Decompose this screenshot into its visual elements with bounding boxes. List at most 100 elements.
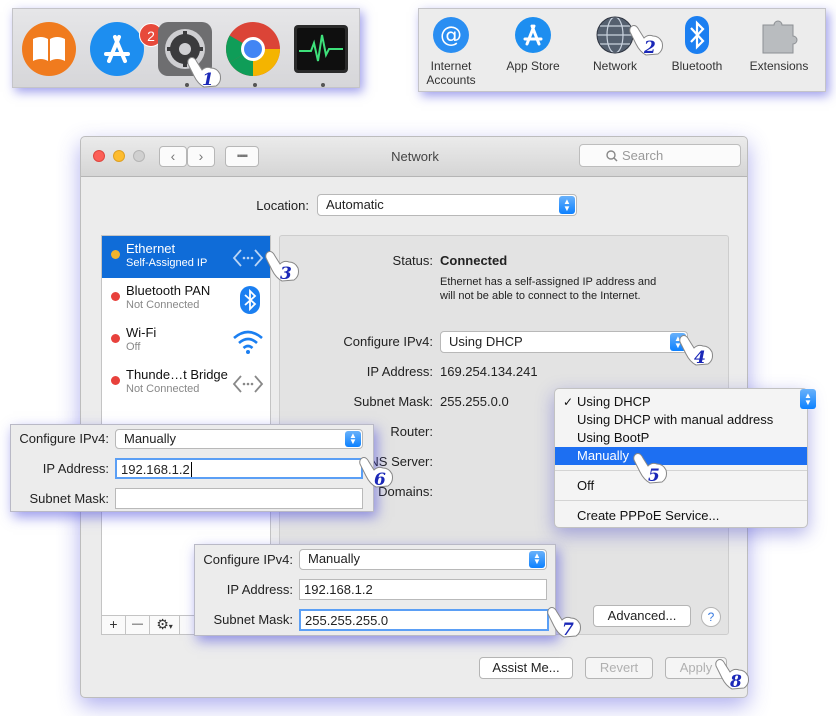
configure-ipv4-select[interactable]: Manually ▲ ▼ — [115, 429, 363, 449]
ip-address-value: 169.254.134.241 — [440, 364, 538, 379]
service-item-bluetooth-pan[interactable]: Bluetooth PAN Not Connected — [102, 278, 270, 320]
search-field[interactable]: Search — [579, 144, 741, 167]
step-number: 5 — [648, 466, 660, 486]
zoom-button[interactable] — [133, 150, 145, 162]
pref-internet-accounts[interactable]: @ Internet Accounts — [411, 15, 491, 87]
chevron-updown-icon: ▲ ▼ — [800, 389, 816, 409]
books-icon[interactable] — [21, 21, 77, 77]
status-label: Status: — [392, 253, 433, 268]
subnet-mask-input[interactable] — [115, 488, 363, 509]
add-service-button[interactable]: + — [102, 616, 126, 634]
subnet-mask-label: Subnet Mask: — [213, 612, 294, 627]
ip-address-input[interactable]: 192.168.1.2 — [115, 458, 363, 479]
menu-item-label: Using DHCP — [577, 394, 651, 409]
running-indicator — [321, 83, 325, 87]
ip-address-label: IP Address: — [42, 461, 109, 476]
chevron-left-icon: ‹ — [170, 148, 176, 164]
ip-address-value: 192.168.1.2 — [121, 462, 190, 477]
service-status: Self-Assigned IP — [126, 257, 208, 269]
chevron-updown-icon: ▲ ▼ — [345, 431, 361, 447]
show-all-button[interactable]: ▪▪▪▪ — [225, 146, 259, 167]
configure-ipv4-menu: ✓ Using DHCP Using DHCP with manual addr… — [554, 388, 808, 528]
forward-button[interactable]: › — [187, 146, 215, 167]
subnet-mask-input[interactable]: 255.255.255.0 — [299, 609, 549, 631]
menu-item-off[interactable]: Off — [555, 477, 807, 495]
pref-app-store[interactable]: App Store — [493, 15, 573, 73]
step-number: 1 — [202, 70, 214, 90]
step-number: 6 — [374, 470, 386, 490]
help-button[interactable]: ? — [701, 607, 721, 627]
step-number: 8 — [730, 672, 742, 692]
configure-ipv4-label: Configure IPv4: — [203, 552, 293, 567]
location-select[interactable]: Automatic ▲ ▼ — [317, 194, 577, 216]
step-number: 7 — [562, 620, 574, 640]
activity-monitor-icon[interactable] — [293, 21, 349, 77]
window-title: Network — [391, 149, 439, 164]
advanced-button[interactable]: Advanced... — [593, 605, 691, 627]
service-item-ethernet[interactable]: Ethernet Self-Assigned IP — [102, 236, 270, 278]
step-number: 3 — [280, 264, 292, 284]
remove-service-button[interactable]: — — [126, 616, 150, 634]
service-status: Off — [126, 341, 141, 353]
gear-menu-button[interactable]: ⚙▾ — [150, 616, 180, 634]
step-marker-5: 5 — [633, 453, 670, 488]
pref-extensions[interactable]: Extensions — [739, 15, 819, 73]
ip-address-input[interactable]: 192.168.1.2 — [299, 579, 547, 600]
bluetooth-icon — [685, 16, 709, 54]
status-dot — [111, 250, 120, 259]
chevron-updown-icon: ▲ ▼ — [529, 551, 545, 568]
svg-text:@: @ — [440, 23, 462, 48]
preference-panes-row: @ Internet Accounts App Store Network Bl… — [418, 8, 826, 92]
status-description-line: will not be able to connect to the Inter… — [440, 290, 641, 302]
thunderbolt-bridge-icon — [232, 375, 264, 393]
status-description: Ethernet has a self-assigned IP address … — [440, 275, 656, 303]
chrome-icon[interactable] — [225, 21, 281, 77]
chevron-updown-icon: ▲ ▼ — [559, 196, 575, 214]
close-button[interactable] — [93, 150, 105, 162]
pref-label: Internet Accounts — [426, 59, 476, 87]
search-placeholder: Search — [622, 148, 664, 163]
pref-label: Network — [592, 59, 637, 73]
menu-item-dhcp-manual[interactable]: Using DHCP with manual address — [555, 411, 807, 429]
status-description-line: Ethernet has a self-assigned IP address … — [440, 276, 657, 288]
menu-item-bootp[interactable]: Using BootP — [555, 429, 807, 447]
checkmark-icon: ✓ — [563, 395, 574, 409]
pref-label: App Store — [506, 59, 560, 73]
configure-ipv4-value: Using DHCP — [449, 334, 523, 349]
step-marker-6: 6 — [359, 457, 396, 492]
step-marker-3: 3 — [265, 251, 302, 286]
configure-ipv4-value: Manually — [308, 551, 361, 566]
configure-ipv4-select[interactable]: Using DHCP ▲ ▼ — [440, 331, 688, 353]
minimize-button[interactable] — [113, 150, 125, 162]
at-sign-icon: @ — [433, 17, 469, 53]
configure-ipv4-value: Manually — [124, 431, 177, 446]
app-store-icon — [515, 17, 551, 53]
configure-ipv4-select[interactable]: Manually ▲ ▼ — [299, 549, 547, 570]
menu-item-using-dhcp[interactable]: ✓ Using DHCP — [555, 393, 807, 411]
subnet-mask-value: 255.255.0.0 — [440, 394, 509, 409]
step-number: 2 — [644, 38, 656, 58]
ip-address-label: IP Address: — [366, 364, 433, 379]
app-store-icon[interactable] — [89, 21, 145, 77]
menu-item-create-pppoe[interactable]: Create PPPoE Service... — [555, 507, 807, 525]
pref-label: Extensions — [749, 59, 809, 73]
subnet-mask-label: Subnet Mask: — [353, 394, 434, 409]
manual-config-panel-subnet: Configure IPv4: Manually ▲ ▼ IP Address: … — [194, 544, 556, 636]
status-dot — [111, 376, 120, 385]
status-value: Connected — [440, 253, 508, 268]
service-item-wifi[interactable]: Wi-Fi Off — [102, 320, 270, 362]
wifi-icon — [233, 330, 263, 354]
pref-label: Bluetooth — [671, 59, 723, 73]
ethernet-icon — [232, 249, 264, 267]
service-item-thunderbolt-bridge[interactable]: Thunde…t Bridge Not Connected — [102, 362, 270, 404]
assist-me-button[interactable]: Assist Me... — [479, 657, 573, 679]
status-dot — [111, 334, 120, 343]
ip-address-label: IP Address: — [226, 582, 293, 597]
pref-bluetooth[interactable]: Bluetooth — [657, 15, 737, 73]
back-button[interactable]: ‹ — [159, 146, 187, 167]
running-indicator — [253, 83, 257, 87]
menu-separator — [555, 470, 807, 471]
revert-button[interactable]: Revert — [585, 657, 653, 679]
service-name: Bluetooth PAN — [126, 283, 211, 298]
menu-item-manually[interactable]: Manually — [555, 447, 807, 465]
